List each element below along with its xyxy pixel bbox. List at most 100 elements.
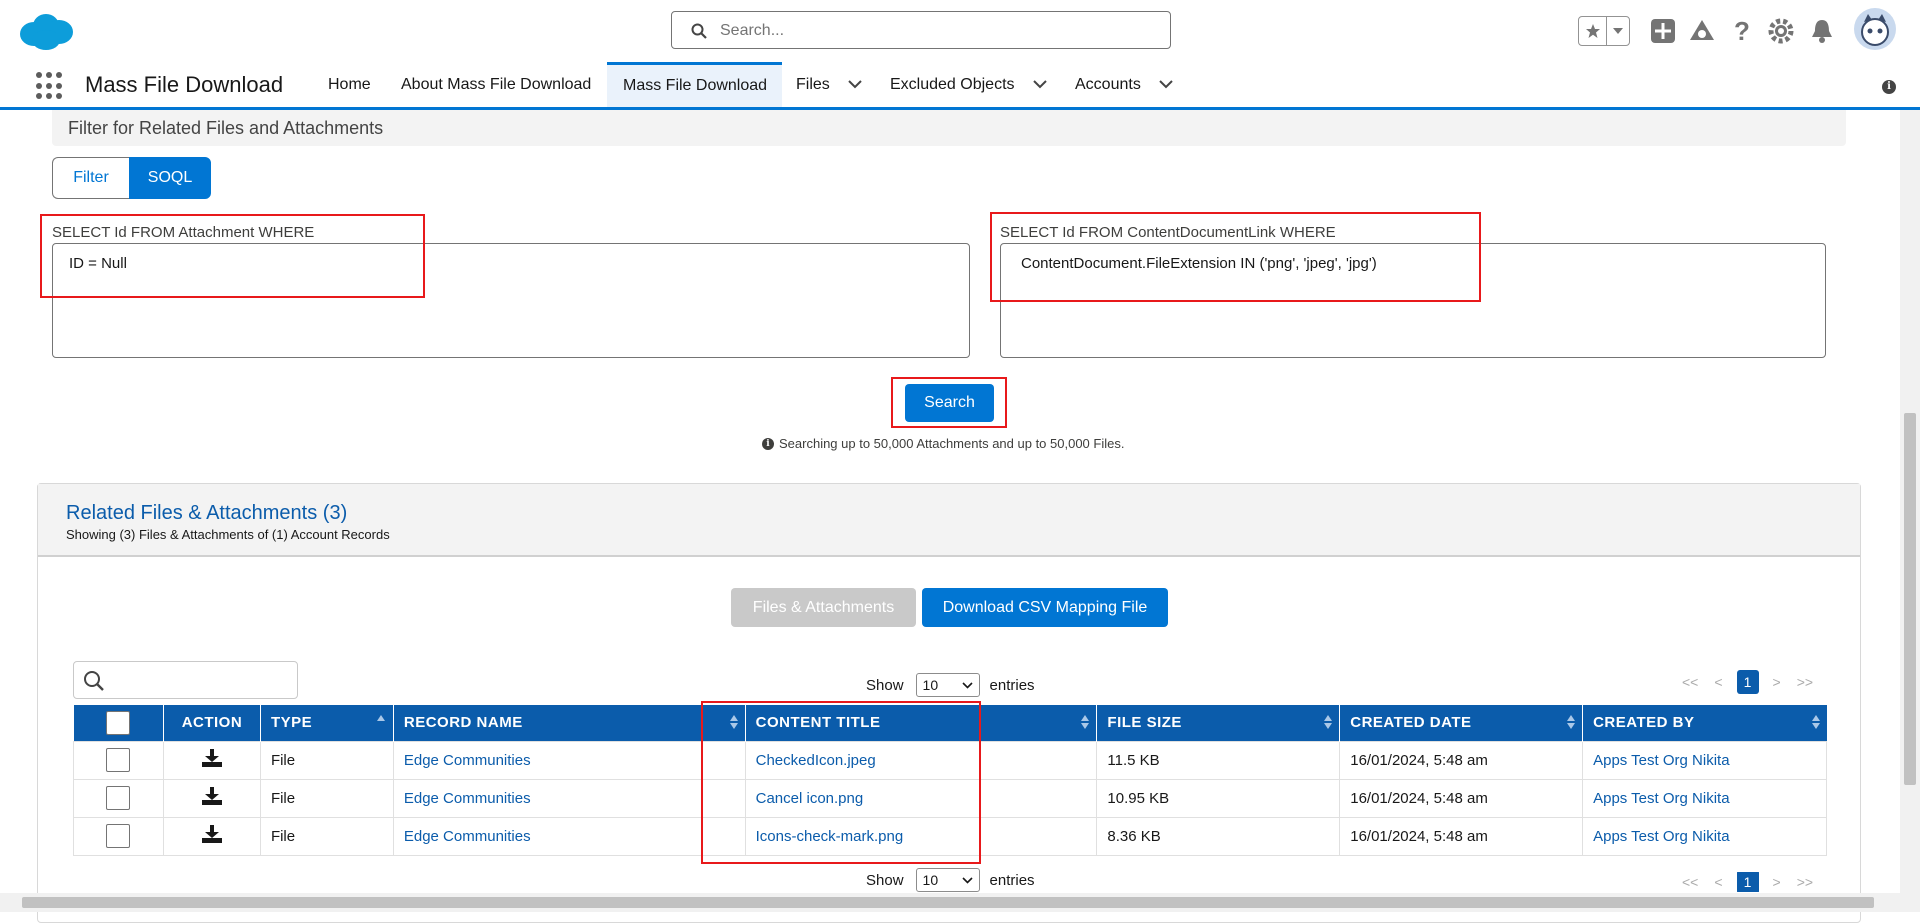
star-icon[interactable] [1579, 17, 1608, 45]
info-icon: i [762, 437, 774, 450]
highlight-search-button [891, 377, 1007, 428]
sort-icon [1081, 715, 1090, 729]
row-type: File [259, 816, 394, 856]
show-label: Show [866, 871, 904, 889]
tab-home-label: Home [328, 75, 371, 93]
page-size-select[interactable]: 10 [915, 673, 980, 697]
global-search-placeholder: Search... [720, 22, 785, 39]
row-checkbox[interactable] [106, 824, 131, 848]
pager-prev[interactable]: < [1714, 674, 1722, 690]
vertical-scrollbar-thumb[interactable] [1904, 413, 1916, 785]
row-select-cell [73, 816, 164, 856]
salesforce-cloud-icon[interactable] [18, 12, 74, 52]
global-search[interactable]: Search... [671, 11, 1171, 49]
column-header-created-date[interactable]: CREATED DATE [1339, 705, 1584, 741]
pager-next[interactable]: > [1773, 674, 1781, 690]
column-header-type[interactable]: TYPE [260, 705, 394, 741]
chevron-down-icon[interactable] [1032, 80, 1047, 89]
pager-last[interactable]: >> [1797, 874, 1813, 890]
column-header-created-by[interactable]: CREATED BY [1582, 705, 1827, 741]
pager-first[interactable]: << [1682, 874, 1698, 890]
highlight-attachment-query [40, 214, 425, 298]
search-limit-note: i Searching up to 50,000 Attachments and… [762, 436, 1124, 451]
pager-first[interactable]: << [1682, 674, 1698, 690]
tab-files-label: Files [796, 75, 830, 93]
row-file-size: 8.36 KB [1096, 816, 1341, 856]
tab-excluded-objects[interactable]: Excluded Objects [890, 62, 1047, 107]
show-entries-bottom: Show 10 entries [866, 868, 1035, 892]
horizontal-scrollbar-thumb[interactable] [22, 897, 1874, 908]
avatar[interactable] [1854, 8, 1896, 50]
row-select-cell [73, 740, 164, 780]
column-header-file-size-label: FILE SIZE [1107, 714, 1182, 732]
chevron-down-icon[interactable] [1607, 17, 1629, 45]
global-header: Search... ? [0, 0, 1920, 62]
sort-ascending-icon [376, 715, 385, 721]
table-search-input[interactable] [73, 661, 298, 699]
tab-about-mass-file-download[interactable]: About Mass File Download [401, 62, 591, 107]
download-icon[interactable] [162, 740, 261, 780]
search-icon [691, 23, 707, 39]
related-files-header: Related Files & Attachments (3) Showing … [38, 484, 1860, 557]
row-checkbox[interactable] [106, 748, 131, 772]
tab-about-label: About Mass File Download [401, 75, 592, 93]
show-label: Show [866, 676, 904, 694]
column-header-created-by-label: CREATED BY [1593, 714, 1695, 732]
plus-icon[interactable] [1649, 17, 1677, 45]
column-header-action[interactable]: ACTION [163, 705, 261, 741]
pager-last[interactable]: >> [1797, 674, 1813, 690]
bell-icon[interactable] [1808, 17, 1836, 45]
filter-mode-toggle: Filter SOQL [52, 157, 211, 199]
select-all-header [73, 705, 164, 741]
entries-label: entries [989, 871, 1035, 889]
pagination-top: << < 1 > >> [1674, 670, 1821, 694]
page-size-select[interactable]: 10 [915, 868, 980, 892]
column-header-type-label: TYPE [270, 714, 313, 732]
download-icon[interactable] [162, 778, 261, 818]
column-header-record-name[interactable]: RECORD NAME [393, 705, 746, 741]
row-checkbox[interactable] [106, 786, 131, 810]
tab-files[interactable]: Files [796, 62, 862, 107]
chevron-down-icon [961, 681, 973, 689]
row-record-name-link[interactable]: Edge Communities [392, 740, 746, 780]
chevron-down-icon [961, 876, 973, 884]
pager-current-page[interactable]: 1 [1736, 872, 1759, 892]
download-icon[interactable] [162, 816, 261, 856]
search-icon [84, 671, 104, 691]
row-created-date: 16/01/2024, 5:48 am [1339, 778, 1584, 818]
pager-current-page[interactable]: 1 [1736, 670, 1759, 694]
select-all-checkbox[interactable] [106, 710, 131, 735]
page-size-value: 10 [922, 872, 939, 888]
row-record-name-link[interactable]: Edge Communities [392, 778, 746, 818]
chevron-down-icon[interactable] [1159, 80, 1173, 89]
horizontal-scrollbar[interactable] [0, 893, 1920, 912]
page-size-value: 10 [922, 677, 939, 693]
row-created-by-link[interactable]: Apps Test Org Nikita [1582, 740, 1827, 780]
tab-accounts[interactable]: Accounts [1075, 62, 1173, 107]
gear-icon[interactable] [1767, 17, 1795, 45]
app-launcher-icon[interactable] [36, 72, 64, 100]
download-csv-mapping-button[interactable]: Download CSV Mapping File [922, 588, 1168, 627]
row-created-by-link[interactable]: Apps Test Org Nikita [1582, 816, 1827, 856]
column-header-file-size[interactable]: FILE SIZE [1096, 705, 1341, 741]
pager-next[interactable]: > [1773, 874, 1781, 890]
row-record-name-link[interactable]: Edge Communities [392, 816, 746, 856]
highlight-content-title-column [701, 701, 981, 864]
row-type: File [259, 740, 394, 780]
info-icon[interactable]: i [1882, 80, 1896, 94]
entries-label: entries [989, 676, 1035, 694]
chevron-down-icon[interactable] [848, 80, 862, 89]
pager-prev[interactable]: < [1714, 874, 1722, 890]
tab-home[interactable]: Home [328, 62, 371, 107]
trailhead-icon[interactable] [1688, 17, 1716, 45]
vertical-scrollbar[interactable] [1900, 110, 1920, 893]
files-attachments-button[interactable]: Files & Attachments [731, 588, 916, 627]
tab-mass-file-download[interactable]: Mass File Download [607, 62, 782, 107]
row-created-by-link[interactable]: Apps Test Org Nikita [1582, 778, 1827, 818]
sort-icon [1811, 715, 1820, 729]
help-icon[interactable]: ? [1728, 16, 1756, 46]
soql-toggle-button[interactable]: SOQL [129, 157, 211, 199]
filter-toggle-button[interactable]: Filter [52, 157, 129, 199]
related-files-subtitle: Showing (3) Files & Attachments of (1) A… [66, 527, 390, 542]
column-header-created-date-label: CREATED DATE [1350, 714, 1472, 732]
